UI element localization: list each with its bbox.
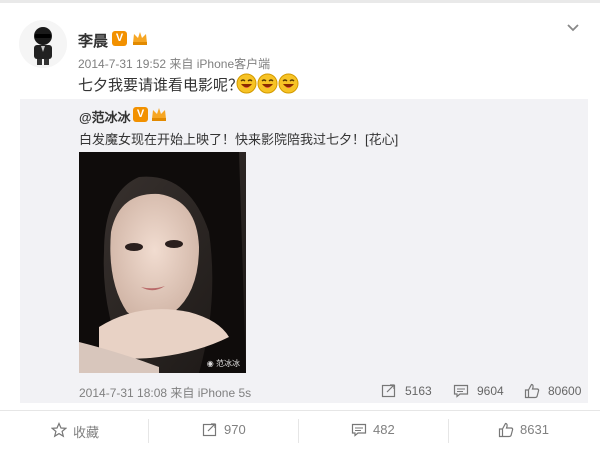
avatar[interactable] (19, 20, 67, 68)
reposted-text: 白发魔女现在开始上映了！快来影院陪我过七夕！[花心] (79, 132, 399, 147)
laughing-emoji-icon (236, 73, 257, 94)
chevron-down-icon[interactable] (566, 22, 580, 34)
like-count: 8631 (520, 422, 549, 437)
comment-count: 482 (373, 422, 395, 437)
comment-icon (351, 423, 367, 437)
laughing-emoji-icon (257, 73, 278, 94)
reposted-timestamp[interactable]: 2014-7-31 18:08 (79, 386, 167, 400)
top-divider (0, 0, 600, 3)
star-icon (51, 422, 67, 438)
laughing-emoji-icon (278, 73, 299, 94)
reposted-repost-count: 5163 (405, 384, 432, 398)
reposted-comment-count: 9604 (477, 384, 504, 398)
repost-count: 970 (224, 422, 246, 437)
action-bar: 收藏 970 482 8631 (0, 410, 600, 450)
favorite-label: 收藏 (73, 425, 100, 440)
author-name[interactable]: 李晨 (78, 30, 108, 51)
reposted-source: 来自 iPhone 5s (170, 386, 252, 400)
action-divider (148, 419, 149, 443)
reposted-author[interactable]: @范冰冰 (79, 107, 131, 126)
repost-icon (202, 423, 217, 437)
repost-icon (381, 384, 396, 398)
post-text: 七夕我要请谁看电影呢？ (78, 77, 244, 94)
post-timestamp[interactable]: 2014-7-31 19:52 (78, 57, 166, 71)
action-divider (298, 419, 299, 443)
thumbs-up-icon (498, 422, 514, 438)
thumbs-up-icon (524, 383, 540, 399)
vip-crown-icon (133, 32, 147, 45)
reposted-like-count: 80600 (548, 384, 582, 398)
reposted-meta: 2014-7-31 18:08 来自 iPhone 5s (79, 384, 251, 401)
action-divider (448, 419, 449, 443)
comment-icon (453, 384, 469, 398)
weibo-post: 李晨 V 2014-7-31 19:52 来自 iPhone客户端 七夕我要请谁… (0, 0, 600, 450)
reposted-photo[interactable]: ◉ 范冰冰 (79, 152, 246, 373)
verified-badge-icon: V (133, 107, 148, 122)
post-source: 来自 iPhone客户端 (169, 57, 271, 71)
photo-watermark: ◉ 范冰冰 (206, 359, 240, 368)
verified-badge-icon: V (112, 31, 127, 46)
post-meta: 2014-7-31 19:52 来自 iPhone客户端 (78, 55, 270, 72)
vip-crown-icon (152, 108, 166, 121)
